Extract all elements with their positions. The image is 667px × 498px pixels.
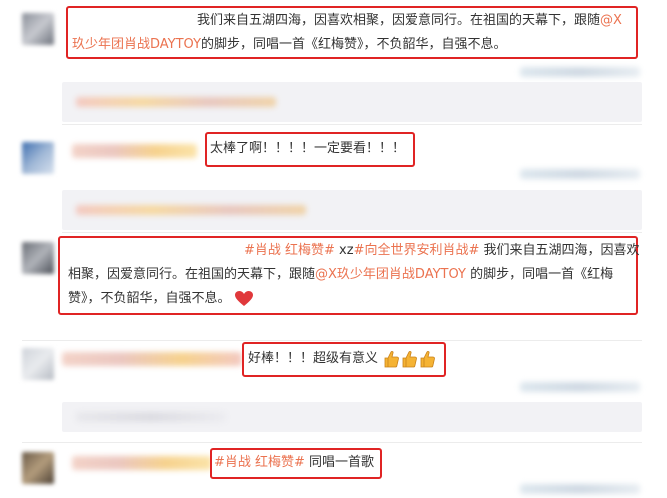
comment-text-line2: 的脚步，同唱一首《红梅赞》，不负韶华，自强不息。 xyxy=(201,37,507,52)
mention-link[interactable]: 玖少年团肖战DAYTOY xyxy=(72,37,201,52)
comment-text-line1: 我们来自五湖四海，因喜欢相聚，因爱意同行。在祖国的天幕下，跟随 xyxy=(197,13,601,28)
comment-text: 好棒！！！超级有意义 xyxy=(248,351,379,366)
avatar[interactable] xyxy=(22,13,54,45)
comment-text: 太棒了啊！！！！一定要看！！！ xyxy=(210,141,406,156)
comment-text-line2: 相聚，因爱意同行。在祖国的天幕下，跟随 xyxy=(68,267,316,282)
username-blurred[interactable] xyxy=(62,352,242,366)
avatar[interactable] xyxy=(22,242,54,274)
reply-text-blurred xyxy=(76,205,306,215)
mention-link[interactable]: @X xyxy=(600,13,622,28)
comment-text-line3: 赞》，不负韶华，自强不息。 xyxy=(68,291,231,306)
comment-text: 同唱一首歌 xyxy=(304,455,375,470)
avatar[interactable] xyxy=(22,452,54,484)
mention-link[interactable]: @X玖少年团肖战DAYTOY xyxy=(315,267,466,282)
comment-text: #肖战 红梅赞# 同唱一首歌 xyxy=(214,451,374,475)
action-bar-blurred xyxy=(520,484,640,494)
comment-text: 好棒！！！超级有意义 xyxy=(248,347,436,371)
comment-text: xz xyxy=(334,243,354,258)
username-blurred[interactable] xyxy=(72,456,212,470)
action-bar-blurred xyxy=(520,382,640,392)
action-bar-blurred xyxy=(520,169,640,179)
reply-preview[interactable] xyxy=(62,402,642,432)
comment-text: 相聚，因爱意同行。在祖国的天幕下，跟随@X玖少年团肖战DAYTOY 的脚步，同唱… xyxy=(68,263,613,287)
topic-link[interactable]: #向全世界安利肖战# xyxy=(354,243,480,258)
reply-preview[interactable] xyxy=(62,190,642,230)
comment-2: 太棒了啊！！！！一定要看！！！ xyxy=(0,124,667,234)
thumbs-up-icon xyxy=(384,350,436,367)
action-bar-blurred xyxy=(520,67,640,77)
avatar[interactable] xyxy=(22,348,54,380)
comment-text: 我们来自五湖四海，因喜欢相聚，因爱意同行。在祖国的天幕下，跟随@X xyxy=(197,9,622,33)
comment-text: #肖战 红梅赞# xz#向全世界安利肖战# 我们来自五湖四海，因喜欢 xyxy=(244,239,640,263)
topic-link[interactable]: #肖战 红梅赞# xyxy=(244,243,335,258)
avatar[interactable] xyxy=(22,142,54,174)
comment-text: 赞》，不负韶华，自强不息。 xyxy=(68,287,253,311)
reply-preview[interactable] xyxy=(62,82,642,122)
username-blurred[interactable] xyxy=(72,144,197,158)
topic-link[interactable]: #肖战 红梅赞# xyxy=(214,455,305,470)
comment-3: #肖战 红梅赞# xz#向全世界安利肖战# 我们来自五湖四海，因喜欢 相聚，因爱… xyxy=(0,232,667,342)
comment-1: 我们来自五湖四海，因喜欢相聚，因爱意同行。在祖国的天幕下，跟随@X 玖少年团肖战… xyxy=(0,0,667,122)
reply-text-blurred xyxy=(76,412,226,422)
reply-text-blurred xyxy=(76,97,276,107)
comment-4: 好棒！！！超级有意义 xyxy=(0,340,667,440)
comment-text-line1: 我们来自五湖四海，因喜欢 xyxy=(479,243,640,258)
comment-5: #肖战 红梅赞# 同唱一首歌 xyxy=(0,442,667,498)
comment-text: 玖少年团肖战DAYTOY的脚步，同唱一首《红梅赞》，不负韶华，自强不息。 xyxy=(72,33,507,57)
comment-text-line2: 的脚步，同唱一首《红梅 xyxy=(465,267,614,282)
heart-icon xyxy=(234,290,253,306)
